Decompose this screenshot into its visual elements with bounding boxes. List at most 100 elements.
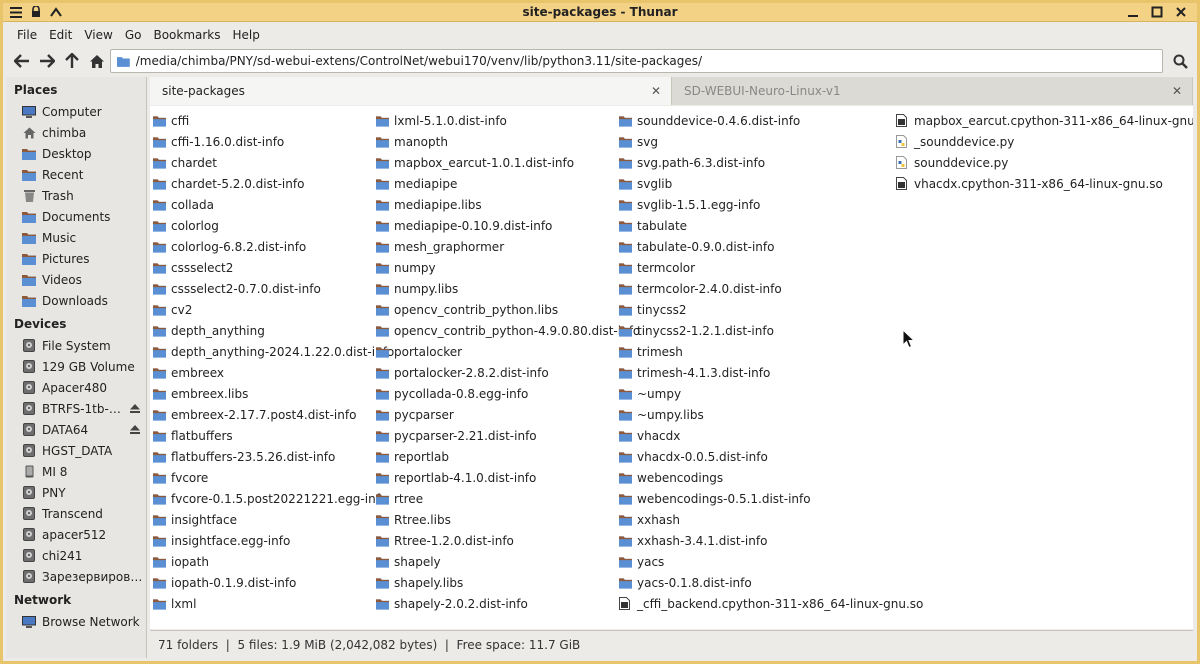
file-item[interactable]: xxhash xyxy=(619,509,923,530)
file-item[interactable]: mediapipe.libs xyxy=(376,194,640,215)
file-item[interactable]: tinycss2-1.2.1.dist-info xyxy=(619,320,923,341)
close-tab-icon[interactable]: ✕ xyxy=(651,84,661,98)
file-item[interactable]: embreex xyxy=(153,362,394,383)
file-item[interactable]: collada xyxy=(153,194,394,215)
file-item[interactable]: lxml xyxy=(153,593,394,614)
file-item[interactable]: iopath-0.1.9.dist-info xyxy=(153,572,394,593)
file-item[interactable]: depth_anything-2024.1.22.0.dist-info xyxy=(153,341,394,362)
file-item[interactable]: fvcore-0.1.5.post20221221.egg-info xyxy=(153,488,394,509)
file-item[interactable]: insightface.egg-info xyxy=(153,530,394,551)
menu-help[interactable]: Help xyxy=(227,28,266,42)
file-item[interactable]: numpy xyxy=(376,257,640,278)
file-item[interactable]: insightface xyxy=(153,509,394,530)
sidebar-item-trash[interactable]: Trash xyxy=(6,185,146,206)
eject-icon[interactable] xyxy=(130,423,142,437)
file-item[interactable]: sounddevice.py xyxy=(896,152,1193,173)
file-item[interactable]: svglib-1.5.1.egg-info xyxy=(619,194,923,215)
file-item[interactable]: _sounddevice.py xyxy=(896,131,1193,152)
file-item[interactable]: fvcore xyxy=(153,467,394,488)
file-item[interactable]: trimesh xyxy=(619,341,923,362)
location-bar[interactable] xyxy=(110,49,1163,73)
file-item[interactable]: webencodings-0.5.1.dist-info xyxy=(619,488,923,509)
file-item[interactable]: portalocker xyxy=(376,341,640,362)
file-item[interactable]: mapbox_earcut.cpython-311-x86_64-linux-g… xyxy=(896,110,1193,131)
sidebar-item-data64[interactable]: DATA64 xyxy=(6,419,146,440)
home-button[interactable] xyxy=(84,49,109,73)
tab-sd-webui-neuro[interactable]: SD-WEBUI-Neuro-Linux-v1 ✕ xyxy=(672,77,1193,105)
file-item[interactable]: chardet xyxy=(153,152,394,173)
sidebar-item-apacer512[interactable]: apacer512 xyxy=(6,524,146,545)
file-item[interactable]: vhacdx.cpython-311-x86_64-linux-gnu.so xyxy=(896,173,1193,194)
file-item[interactable]: vhacdx-0.0.5.dist-info xyxy=(619,446,923,467)
menu-edit[interactable]: Edit xyxy=(43,28,78,42)
sidebar-item-129-gb-volume[interactable]: 129 GB Volume xyxy=(6,356,146,377)
sidebar-item-downloads[interactable]: Downloads xyxy=(6,290,146,311)
file-item[interactable]: Rtree-1.2.0.dist-info xyxy=(376,530,640,551)
file-item[interactable]: Rtree.libs xyxy=(376,509,640,530)
file-item[interactable]: termcolor-2.4.0.dist-info xyxy=(619,278,923,299)
file-item[interactable]: mediapipe xyxy=(376,173,640,194)
file-item[interactable]: _cffi_backend.cpython-311-x86_64-linux-g… xyxy=(619,593,923,614)
file-item[interactable]: shapely-2.0.2.dist-info xyxy=(376,593,640,614)
file-item[interactable]: opencv_contrib_python.libs xyxy=(376,299,640,320)
file-item[interactable]: rtree xyxy=(376,488,640,509)
file-item[interactable]: chardet-5.2.0.dist-info xyxy=(153,173,394,194)
file-item[interactable]: tabulate xyxy=(619,215,923,236)
sidebar-item-documents[interactable]: Documents xyxy=(6,206,146,227)
sidebar-item-transcend[interactable]: Transcend xyxy=(6,503,146,524)
file-item[interactable]: yacs xyxy=(619,551,923,572)
file-item[interactable]: svglib xyxy=(619,173,923,194)
file-item[interactable]: ~umpy.libs xyxy=(619,404,923,425)
file-item[interactable]: pycparser xyxy=(376,404,640,425)
file-item[interactable]: reportlab-4.1.0.dist-info xyxy=(376,467,640,488)
menu-file[interactable]: File xyxy=(11,28,43,42)
file-item[interactable]: webencodings xyxy=(619,467,923,488)
file-item[interactable]: cssselect2-0.7.0.dist-info xyxy=(153,278,394,299)
file-item[interactable]: svg.path-6.3.dist-info xyxy=(619,152,923,173)
file-item[interactable]: colorlog-6.8.2.dist-info xyxy=(153,236,394,257)
file-item[interactable]: tabulate-0.9.0.dist-info xyxy=(619,236,923,257)
file-item[interactable]: flatbuffers xyxy=(153,425,394,446)
file-view[interactable]: cffi cffi-1.16.0.dist-info chardet chardet-… xyxy=(150,106,1193,629)
back-button[interactable] xyxy=(9,49,34,73)
file-item[interactable]: flatbuffers-23.5.26.dist-info xyxy=(153,446,394,467)
sidebar-item-mi-8[interactable]: MI 8 xyxy=(6,461,146,482)
file-item[interactable]: mediapipe-0.10.9.dist-info xyxy=(376,215,640,236)
file-item[interactable]: yacs-0.1.8.dist-info xyxy=(619,572,923,593)
sidebar-item-pictures[interactable]: Pictures xyxy=(6,248,146,269)
menu-bookmarks[interactable]: Bookmarks xyxy=(147,28,226,42)
close-window-icon[interactable] xyxy=(1171,4,1191,20)
search-button[interactable] xyxy=(1169,50,1191,72)
file-item[interactable]: shapely.libs xyxy=(376,572,640,593)
file-item[interactable]: cffi xyxy=(153,110,394,131)
sidebar-item-browse-network[interactable]: Browse Network xyxy=(6,611,146,632)
file-item[interactable]: embreex-2.17.7.post4.dist-info xyxy=(153,404,394,425)
sidebar-item-hgst-data[interactable]: HGST_DATA xyxy=(6,440,146,461)
file-item[interactable]: lxml-5.1.0.dist-info xyxy=(376,110,640,131)
file-item[interactable]: portalocker-2.8.2.dist-info xyxy=(376,362,640,383)
file-item[interactable]: embreex.libs xyxy=(153,383,394,404)
forward-button[interactable] xyxy=(34,49,59,73)
sidebar-item-music[interactable]: Music xyxy=(6,227,146,248)
file-item[interactable]: shapely xyxy=(376,551,640,572)
close-tab-icon[interactable]: ✕ xyxy=(1172,84,1182,98)
sidebar-item-apacer480[interactable]: Apacer480 xyxy=(6,377,146,398)
file-item[interactable]: numpy.libs xyxy=(376,278,640,299)
sidebar-item-btrfs-1tb-tra[interactable]: BTRFS-1tb-tra... xyxy=(6,398,146,419)
file-item[interactable]: svg xyxy=(619,131,923,152)
sidebar-item-chimba[interactable]: chimba xyxy=(6,122,146,143)
file-item[interactable]: pycollada-0.8.egg-info xyxy=(376,383,640,404)
pin-icon[interactable] xyxy=(27,4,45,20)
file-item[interactable]: termcolor xyxy=(619,257,923,278)
menu-go[interactable]: Go xyxy=(119,28,148,42)
maximize-icon[interactable] xyxy=(1147,4,1167,20)
sidebar-item-videos[interactable]: Videos xyxy=(6,269,146,290)
shade-icon[interactable] xyxy=(47,4,65,20)
up-button[interactable] xyxy=(59,49,84,73)
menu-view[interactable]: View xyxy=(78,28,118,42)
sidebar-item-chi241[interactable]: chi241 xyxy=(6,545,146,566)
file-item[interactable]: reportlab xyxy=(376,446,640,467)
eject-icon[interactable] xyxy=(130,402,142,416)
file-item[interactable]: mesh_graphormer xyxy=(376,236,640,257)
file-item[interactable]: cssselect2 xyxy=(153,257,394,278)
